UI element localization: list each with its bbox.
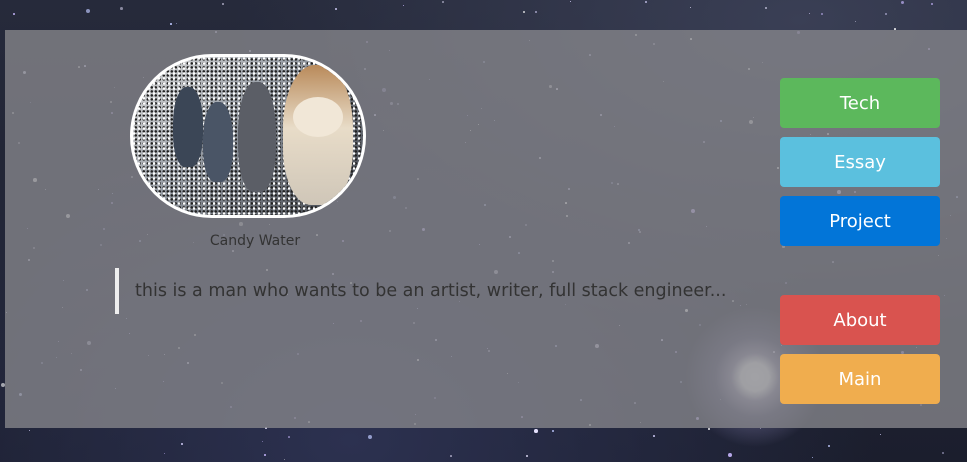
star <box>13 13 15 15</box>
star <box>728 453 732 457</box>
essay-button[interactable]: Essay <box>780 137 940 187</box>
profile-tagline: this is a man who wants to be an artist,… <box>115 268 726 314</box>
star <box>403 5 405 7</box>
star <box>570 1 572 3</box>
star <box>690 7 692 9</box>
avatar-cat-3 <box>238 82 276 192</box>
star <box>264 454 267 457</box>
star <box>809 13 811 15</box>
star <box>901 1 905 5</box>
star <box>552 430 555 433</box>
star <box>942 452 944 454</box>
star <box>442 1 444 3</box>
star <box>288 436 290 438</box>
star <box>120 7 123 10</box>
star <box>821 13 824 16</box>
avatar-cat-1 <box>173 87 203 167</box>
star <box>645 1 648 4</box>
star <box>855 21 857 23</box>
star <box>534 429 538 433</box>
star <box>708 428 711 431</box>
star <box>176 23 178 25</box>
star <box>170 23 172 25</box>
main-button[interactable]: Main <box>780 354 940 404</box>
star <box>885 13 887 15</box>
star <box>222 3 224 5</box>
star <box>812 457 813 458</box>
star <box>335 8 338 11</box>
star <box>523 11 526 14</box>
star <box>86 9 91 14</box>
star <box>29 430 31 432</box>
avatar-cat-2 <box>203 102 233 182</box>
star <box>760 428 762 430</box>
star <box>880 434 882 436</box>
star <box>526 455 529 458</box>
star <box>181 443 183 445</box>
star <box>450 455 452 457</box>
star <box>164 453 166 455</box>
profile-name: Candy Water <box>209 233 301 249</box>
star <box>931 3 934 6</box>
star <box>262 441 264 443</box>
star <box>828 445 831 448</box>
star <box>368 435 373 440</box>
project-button[interactable]: Project <box>780 196 940 246</box>
avatar-cat-4-face <box>293 97 343 137</box>
tech-button[interactable]: Tech <box>780 78 940 128</box>
star <box>284 459 286 461</box>
star <box>765 7 768 10</box>
star <box>653 435 655 437</box>
tagline-text: this is a man who wants to be an artist,… <box>135 281 727 301</box>
about-button[interactable]: About <box>780 295 940 345</box>
star <box>535 11 537 13</box>
avatar <box>130 54 366 218</box>
